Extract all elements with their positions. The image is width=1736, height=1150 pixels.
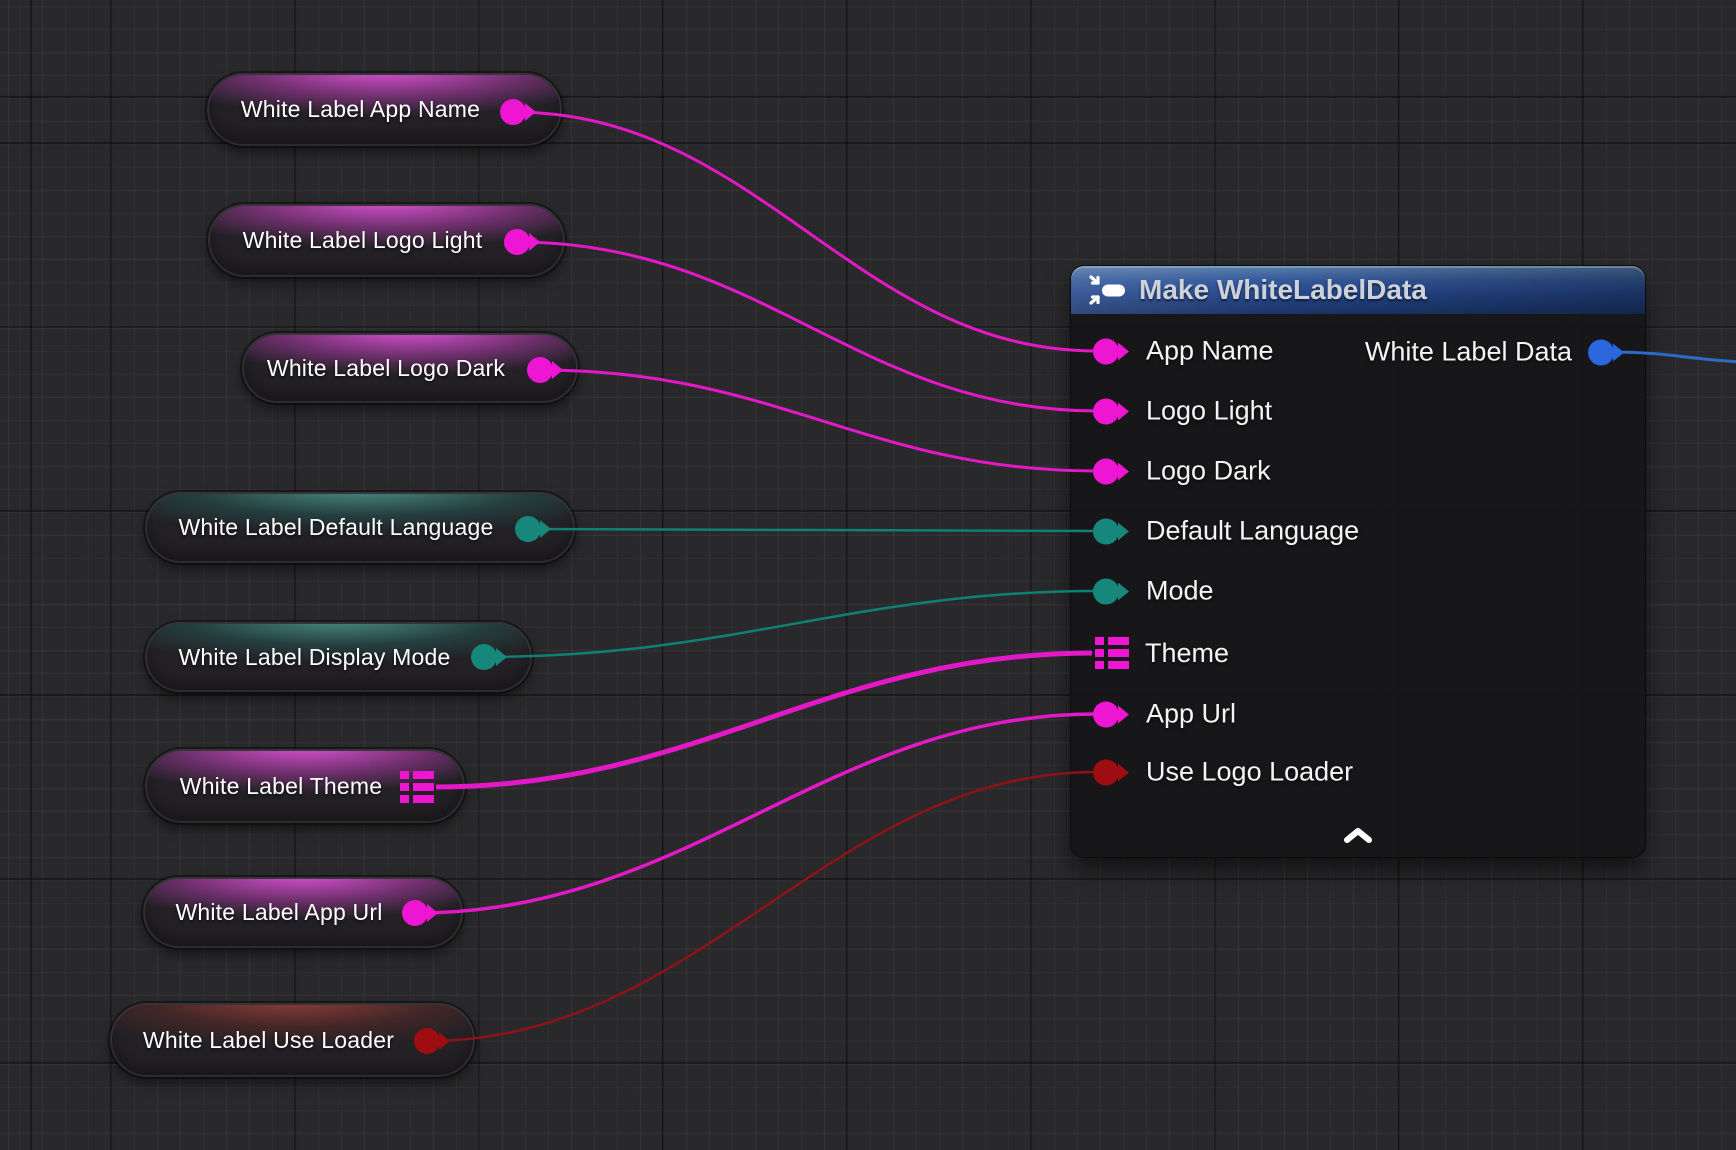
pin-label: Theme [1145,638,1229,669]
wire-app-name[interactable] [513,112,1097,351]
getter-label: White Label Theme [155,749,407,823]
getter-node-white-label-logo-dark[interactable]: White Label Logo Dark [242,333,578,403]
pin-label: White Label Data [1365,337,1572,368]
pin-label: App Url [1146,699,1236,730]
output-pin-white-label-logo-light[interactable] [504,229,530,255]
pin-label: Mode [1146,576,1214,607]
getter-label: White Label Use Loader [120,1003,417,1077]
wire-theme[interactable] [436,653,1092,787]
input-row-logo-light: Logo Light [1093,396,1272,427]
wire-logo-dark[interactable] [540,370,1097,471]
wire-app-url[interactable] [415,714,1097,913]
input-pin-logo-dark[interactable] [1093,458,1130,484]
input-row-app-name: App Name [1093,336,1274,367]
getter-label: White Label Logo Light [218,204,507,277]
input-pin-app-url[interactable] [1093,701,1130,727]
collapse-node-button[interactable] [1338,823,1378,851]
output-pin-white-label-use-loader[interactable] [414,1028,440,1054]
getter-label: White Label Logo Dark [252,333,520,403]
input-pin-theme-struct-icon[interactable] [1095,636,1129,670]
input-pin-use-logo-loader[interactable] [1093,759,1130,785]
input-pin-mode[interactable] [1093,578,1130,604]
output-pin-white-label-data[interactable] [1588,339,1625,365]
output-pin-white-label-logo-dark[interactable] [527,357,553,383]
wire-display-mode[interactable] [484,591,1097,657]
input-pin-logo-light[interactable] [1093,398,1130,424]
getter-node-white-label-app-name[interactable]: White Label App Name [207,73,562,146]
pin-label: Use Logo Loader [1146,757,1353,788]
getter-label: White Label App Name [217,73,504,146]
output-row-white-label-data: White Label Data [1365,337,1625,368]
wire-default-language[interactable] [528,529,1097,531]
input-row-mode: Mode [1093,576,1214,607]
pin-label: Logo Light [1146,396,1272,427]
wire-logo-light[interactable] [517,242,1097,411]
getter-label: White Label Display Mode [155,622,474,692]
pin-label: Logo Dark [1146,456,1271,487]
input-row-theme: Theme [1095,636,1229,670]
chevron-up-icon [1342,832,1374,847]
getter-node-white-label-use-loader[interactable]: White Label Use Loader [110,1003,475,1077]
input-row-default-language: Default Language [1093,516,1359,547]
getter-label: White Label Default Language [155,492,517,563]
getter-node-white-label-default-language[interactable]: White Label Default Language [145,492,575,563]
output-pin-white-label-display-mode[interactable] [471,644,497,670]
input-pin-default-language[interactable] [1093,518,1130,544]
output-pin-white-label-default-language[interactable] [515,516,541,542]
node-title: Make WhiteLabelData [1139,274,1427,306]
getter-node-white-label-display-mode[interactable]: White Label Display Mode [145,622,532,692]
input-row-use-logo-loader: Use Logo Loader [1093,757,1353,788]
getter-label: White Label App Url [153,877,405,948]
getter-node-white-label-theme[interactable]: White Label Theme [145,749,465,823]
make-struct-icon [1087,270,1127,310]
getter-node-white-label-app-url[interactable]: White Label App Url [143,877,463,948]
node-header[interactable]: Make WhiteLabelData [1071,266,1645,314]
make-whitelabeldata-node[interactable]: Make WhiteLabelData App Name Logo Light … [1071,266,1645,857]
output-pin-white-label-app-name[interactable] [500,99,526,125]
input-row-logo-dark: Logo Dark [1093,456,1271,487]
output-pin-white-label-theme-struct-icon[interactable] [400,770,434,804]
pin-label: Default Language [1146,516,1359,547]
output-pin-white-label-app-url[interactable] [402,900,428,926]
pin-label: App Name [1146,336,1274,367]
input-pin-app-name[interactable] [1093,338,1130,364]
input-row-app-url: App Url [1093,699,1236,730]
getter-node-white-label-logo-light[interactable]: White Label Logo Light [208,204,565,277]
blueprint-graph-canvas[interactable]: White Label App Name White Label Logo Li… [0,0,1736,1150]
